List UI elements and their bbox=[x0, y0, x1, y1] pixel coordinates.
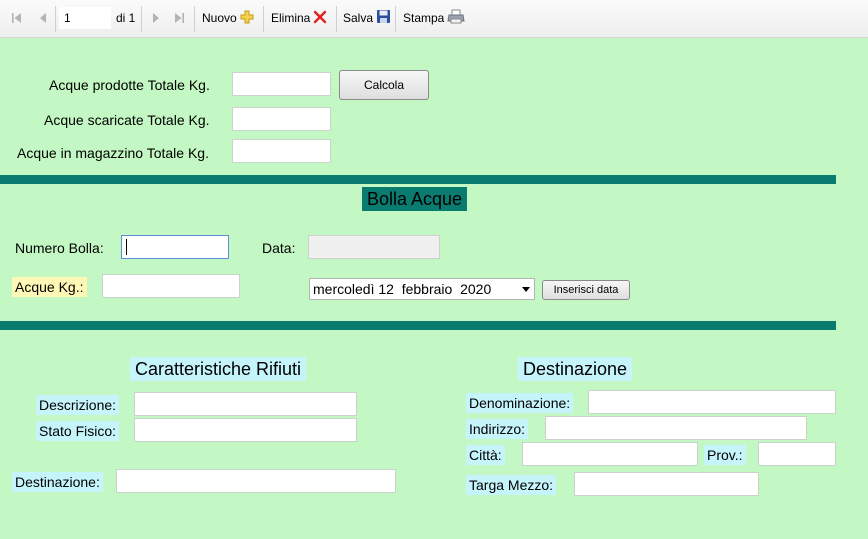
produced-total-field[interactable] bbox=[232, 72, 331, 96]
toolbar-separator bbox=[141, 6, 142, 32]
toolbar-separator bbox=[395, 6, 396, 32]
province-field[interactable] bbox=[758, 442, 836, 466]
destination-title: Destinazione bbox=[518, 357, 633, 381]
vehicle-plate-field[interactable] bbox=[574, 472, 759, 496]
description-field[interactable] bbox=[134, 392, 357, 416]
description-label: Descrizione: bbox=[36, 395, 120, 415]
new-button[interactable]: Nuovo bbox=[202, 0, 254, 36]
next-record-button[interactable] bbox=[149, 0, 163, 36]
bolla-title: Bolla Acque bbox=[362, 187, 468, 211]
save-button[interactable]: Salva bbox=[343, 0, 391, 36]
address-field[interactable] bbox=[545, 416, 807, 440]
physical-state-field[interactable] bbox=[134, 418, 357, 442]
previous-icon bbox=[36, 11, 50, 25]
discharged-total-label: Acque scaricate Totale Kg. bbox=[44, 112, 210, 128]
chevron-down-icon bbox=[522, 287, 530, 292]
next-icon bbox=[149, 11, 163, 25]
page-total-label: di 1 bbox=[116, 11, 136, 25]
last-icon bbox=[172, 11, 186, 25]
first-icon bbox=[10, 11, 24, 25]
bolla-number-field[interactable] bbox=[121, 235, 229, 259]
produced-total-label: Acque prodotte Totale Kg. bbox=[49, 77, 210, 93]
previous-record-button[interactable] bbox=[36, 0, 50, 36]
save-button-label: Salva bbox=[343, 11, 374, 25]
date-picker[interactable]: mercoledì 12 febbraio 2020 bbox=[309, 278, 535, 300]
vehicle-plate-label: Targa Mezzo: bbox=[466, 475, 557, 495]
toolbar-separator bbox=[55, 6, 56, 32]
printer-icon bbox=[447, 9, 465, 28]
acque-kg-field[interactable] bbox=[102, 274, 240, 298]
acque-kg-label: Acque Kg.: bbox=[12, 277, 87, 297]
toolbar-separator bbox=[263, 6, 264, 32]
close-icon bbox=[313, 10, 327, 27]
waste-title: Caratteristiche Rifiuti bbox=[130, 357, 307, 381]
calculate-button[interactable]: Calcola bbox=[339, 70, 429, 100]
text-cursor bbox=[126, 239, 127, 255]
city-label: Città: bbox=[466, 445, 505, 465]
delete-button[interactable]: Elimina bbox=[271, 0, 327, 36]
toolbar-separator bbox=[194, 6, 195, 32]
insert-date-button[interactable]: Inserisci data bbox=[542, 280, 630, 300]
toolbar-separator bbox=[336, 6, 337, 32]
section-divider bbox=[0, 321, 836, 330]
waste-destination-label: Destinazione: bbox=[12, 472, 103, 492]
stored-total-field[interactable] bbox=[232, 139, 331, 163]
denomination-field[interactable] bbox=[588, 390, 836, 414]
bolla-number-label: Numero Bolla: bbox=[15, 240, 104, 256]
discharged-total-field[interactable] bbox=[232, 107, 331, 131]
city-field[interactable] bbox=[522, 442, 698, 466]
province-label: Prov.: bbox=[704, 445, 746, 465]
address-label: Indirizzo: bbox=[466, 419, 529, 439]
date-field bbox=[308, 235, 440, 259]
waste-destination-field[interactable] bbox=[116, 469, 396, 493]
physical-state-label: Stato Fisico: bbox=[36, 421, 120, 441]
stored-total-label: Acque in magazzino Totale Kg. bbox=[17, 145, 209, 161]
denomination-label: Denominazione: bbox=[466, 393, 574, 413]
toolbar: di 1 Nuovo Elimina Salva Stampa bbox=[0, 0, 868, 38]
plus-icon bbox=[240, 10, 254, 27]
date-label: Data: bbox=[262, 240, 296, 256]
section-divider bbox=[0, 175, 836, 184]
print-button[interactable]: Stampa bbox=[403, 0, 465, 36]
date-picker-value: mercoledì 12 febbraio 2020 bbox=[313, 281, 492, 297]
print-button-label: Stampa bbox=[403, 11, 445, 25]
last-record-button[interactable] bbox=[172, 0, 186, 36]
floppy-disk-icon bbox=[376, 9, 391, 27]
new-button-label: Nuovo bbox=[202, 11, 237, 25]
first-record-button[interactable] bbox=[10, 0, 24, 36]
delete-button-label: Elimina bbox=[271, 11, 311, 25]
page-number-input[interactable] bbox=[59, 7, 111, 29]
